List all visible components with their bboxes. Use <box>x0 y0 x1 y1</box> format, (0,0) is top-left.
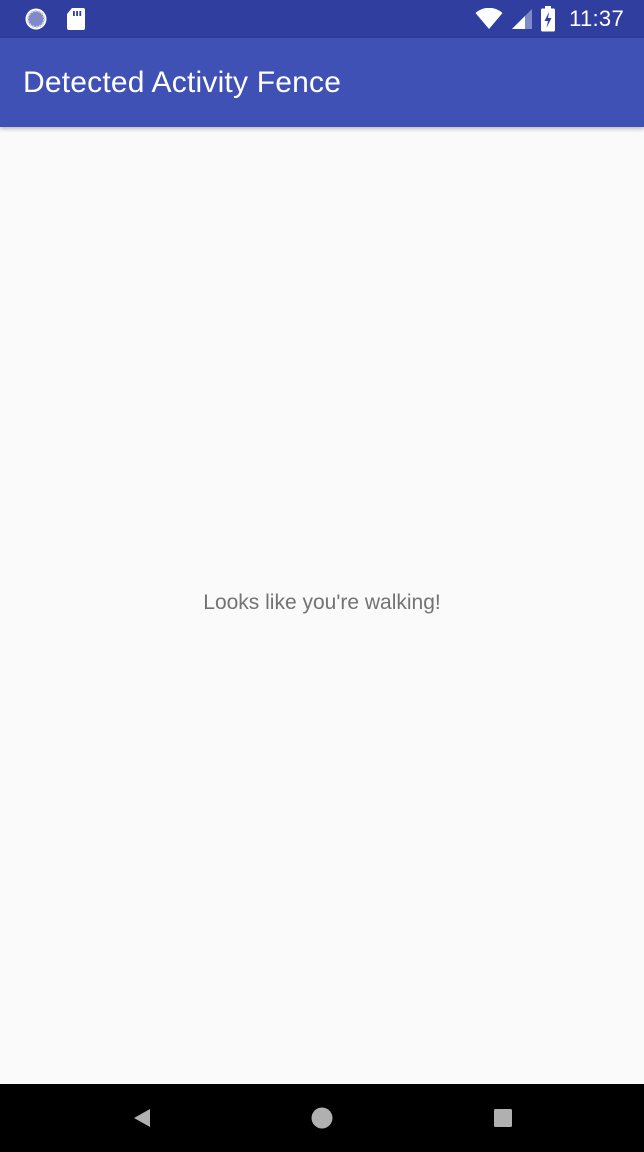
back-icon <box>132 1108 152 1128</box>
back-button[interactable] <box>122 1098 162 1138</box>
home-button[interactable] <box>302 1098 342 1138</box>
sync-icon <box>24 7 48 31</box>
navigation-bar <box>0 1084 644 1152</box>
status-bar-notifications <box>24 7 86 31</box>
main-content: Looks like you're walking! <box>0 127 644 1084</box>
activity-message: Looks like you're walking! <box>203 591 441 614</box>
wifi-icon <box>475 8 503 30</box>
sd-card-icon <box>66 7 86 31</box>
recents-button[interactable] <box>483 1098 523 1138</box>
app-bar: Detected Activity Fence <box>0 38 644 127</box>
status-bar-system: 11:37 <box>475 5 624 33</box>
home-icon <box>311 1107 333 1129</box>
cell-signal-icon <box>511 8 533 30</box>
battery-charging-icon <box>541 6 556 32</box>
recents-icon <box>493 1108 513 1128</box>
page-title: Detected Activity Fence <box>23 66 342 99</box>
status-bar-clock: 11:37 <box>569 6 624 31</box>
status-bar: 11:37 <box>0 0 644 38</box>
